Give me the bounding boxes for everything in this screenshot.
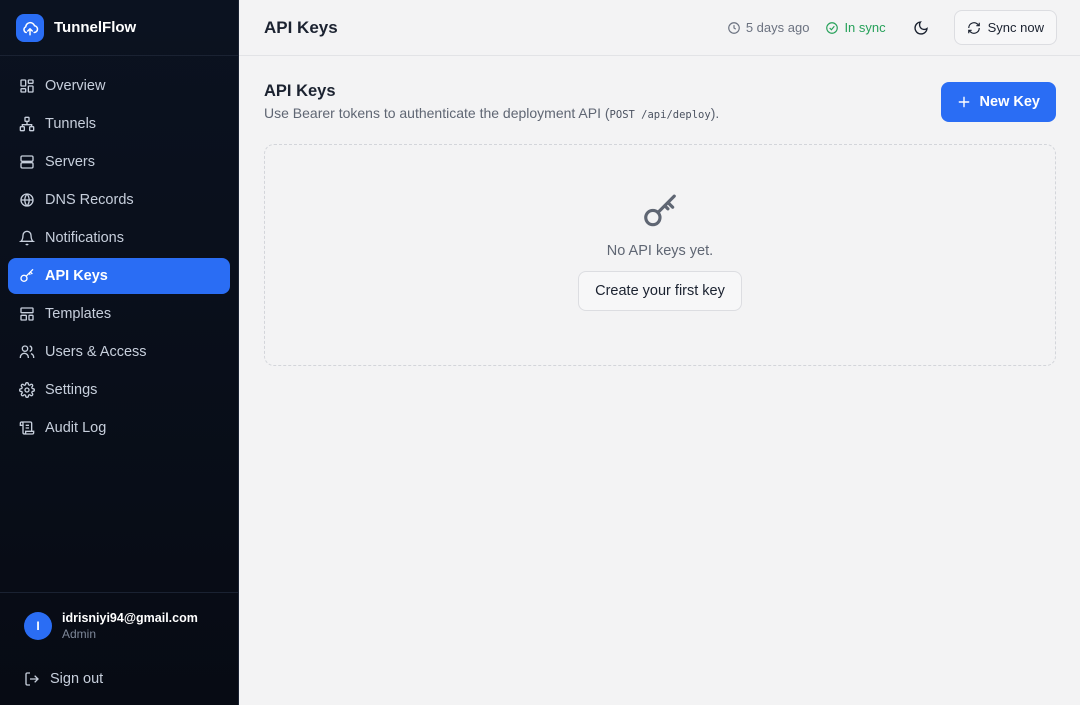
avatar: I [24, 612, 52, 640]
server-icon [20, 155, 34, 169]
logout-icon [25, 672, 39, 686]
empty-state: No API keys yet. Create your first key [264, 144, 1056, 366]
sidebar-item-audit-log[interactable]: Audit Log [8, 410, 230, 446]
subtitle-suffix: ). [710, 105, 720, 121]
subtitle-prefix: Use Bearer tokens to authenticate the de… [264, 105, 610, 121]
globe-icon [20, 193, 34, 207]
sidebar-footer: I idrisniyi94@gmail.com Admin Sign out [0, 592, 238, 705]
last-sync-text: 5 days ago [745, 20, 810, 35]
sidebar-item-label: Settings [45, 382, 98, 398]
network-icon [19, 116, 35, 132]
create-first-key-button[interactable]: Create your first key [578, 271, 742, 311]
users-icon [19, 345, 35, 358]
brand-name: TunnelFlow [54, 19, 137, 36]
app-window: TunnelFlow Overview Tunnels Servers DNS … [0, 0, 1080, 705]
sidebar-item-label: Users & Access [45, 344, 147, 360]
sidebar-item-tunnels[interactable]: Tunnels [8, 106, 230, 142]
page-title: API Keys [264, 17, 338, 37]
topbar-actions: 5 days ago In sync Sync now [727, 10, 1057, 45]
sync-status: In sync [825, 20, 886, 35]
topbar: API Keys 5 days ago In sync Sync now [239, 0, 1080, 56]
clock-icon [727, 21, 740, 34]
sidebar-item-settings[interactable]: Settings [8, 372, 230, 408]
cloud-upload-icon [16, 13, 44, 42]
gear-icon [19, 382, 35, 398]
sidebar-item-servers[interactable]: Servers [8, 144, 230, 180]
sidebar-item-label: DNS Records [45, 192, 134, 208]
sidebar-item-label: Audit Log [45, 420, 107, 436]
user-profile[interactable]: I idrisniyi94@gmail.com Admin [0, 611, 238, 641]
key-icon [644, 194, 676, 227]
user-role: Admin [62, 627, 97, 641]
sidebar-item-label: Overview [45, 78, 106, 94]
empty-state-message: No API keys yet. [606, 243, 714, 259]
sync-now-label: Sync now [987, 20, 1044, 35]
refresh-icon [967, 21, 980, 34]
sidebar-item-label: Templates [45, 306, 112, 322]
sidebar-item-notifications[interactable]: Notifications [8, 220, 230, 256]
sidebar-item-label: Servers [45, 154, 95, 170]
sync-now-button[interactable]: Sync now [953, 10, 1057, 45]
sign-out-label: Sign out [50, 671, 104, 687]
api-keys-section: API Keys Use Bearer tokens to authentica… [239, 56, 1080, 366]
sync-status-text: In sync [844, 20, 886, 35]
brand[interactable]: TunnelFlow [0, 0, 238, 56]
sidebar-item-label: Notifications [45, 230, 124, 246]
main-area: API Keys 5 days ago In sync Sync now API… [239, 0, 1080, 705]
scroll-icon [19, 421, 35, 435]
sidebar-item-overview[interactable]: Overview [8, 68, 230, 104]
new-key-button[interactable]: New Key [940, 82, 1056, 122]
sidebar: TunnelFlow Overview Tunnels Servers DNS … [0, 0, 239, 705]
check-circle-icon [826, 21, 839, 34]
new-key-label: New Key [979, 94, 1040, 110]
section-header: API Keys Use Bearer tokens to authentica… [264, 82, 1056, 122]
section-subtitle: Use Bearer tokens to authenticate the de… [264, 105, 719, 121]
sidebar-item-templates[interactable]: Templates [8, 296, 230, 332]
plus-icon [958, 96, 969, 108]
bell-icon [19, 230, 35, 246]
sidebar-item-dns-records[interactable]: DNS Records [8, 182, 230, 218]
sidebar-nav: Overview Tunnels Servers DNS Records Not… [0, 56, 238, 458]
theme-toggle-button[interactable] [904, 11, 938, 45]
endpoint-code: POST /api/deploy [609, 109, 711, 121]
grid-icon [20, 79, 34, 93]
key-icon [20, 268, 34, 282]
last-sync: 5 days ago [727, 20, 810, 35]
sign-out-button[interactable]: Sign out [0, 665, 238, 693]
sidebar-item-label: Tunnels [45, 116, 97, 132]
moon-icon [914, 20, 928, 35]
sidebar-item-users-access[interactable]: Users & Access [8, 334, 230, 370]
sidebar-item-label: API Keys [45, 268, 108, 284]
sidebar-item-api-keys[interactable]: API Keys [8, 258, 230, 294]
user-email: idrisniyi94@gmail.com [62, 611, 198, 625]
section-title: API Keys [264, 82, 336, 100]
layout-icon [20, 307, 34, 321]
